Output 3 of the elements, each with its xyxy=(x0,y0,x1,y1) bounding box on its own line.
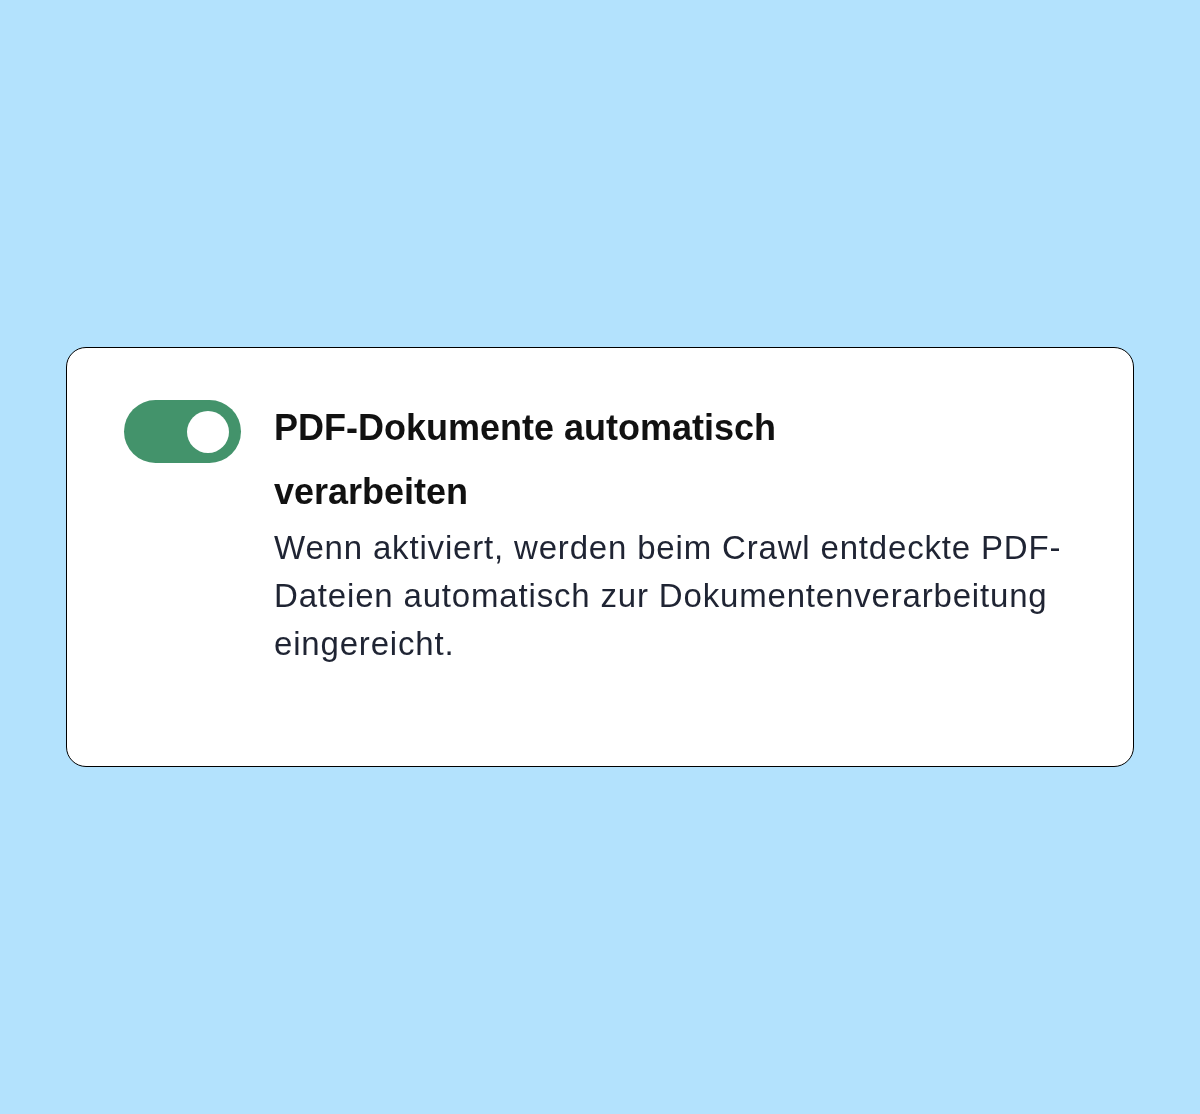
toggle-knob xyxy=(187,410,229,453)
setting-description: Wenn aktiviert, werden beim Crawl entdeckte PDF-Dateien automatisch zur Dokumentenverarbeitung eingereicht. xyxy=(274,528,1063,664)
setting-title: PDF-Dokumente automatisch verarbeiten xyxy=(274,406,778,514)
